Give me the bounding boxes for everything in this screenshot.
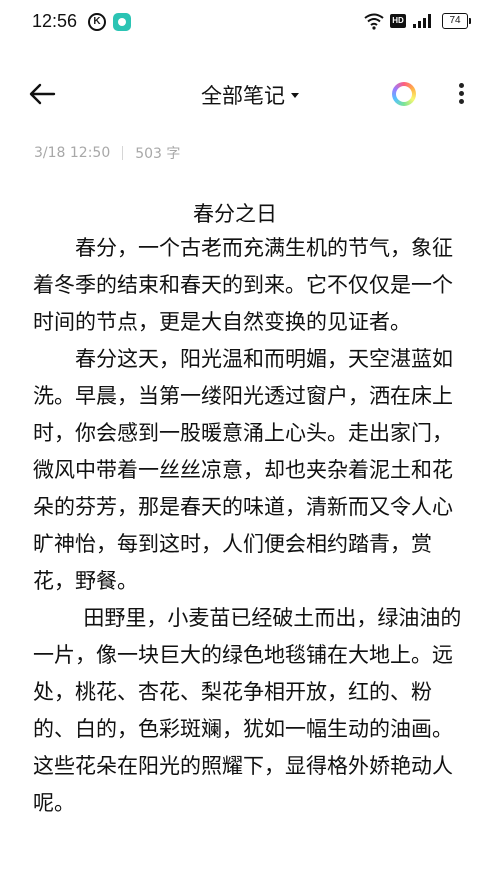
more-options-button[interactable] [456, 82, 468, 106]
status-time: 12:56 [32, 11, 78, 31]
meta-divider [122, 146, 124, 160]
word-count: 503 字 [135, 146, 181, 162]
notification-app-icon [113, 13, 131, 31]
hd-icon: HD [390, 14, 406, 28]
dot [459, 91, 464, 96]
note-toolbar: 全部笔记 [0, 66, 500, 122]
note-paragraph: 春分这天，阳光温和而明媚，天空湛蓝如洗。早晨，当第一缕阳光透过窗户，洒在床上时，… [33, 347, 453, 593]
dot [459, 83, 464, 88]
status-bar: 12:56 K HD 74 [0, 0, 500, 44]
folder-title-wrap: 全部笔记 [0, 80, 500, 110]
folder-selector[interactable]: 全部笔记 [201, 80, 299, 110]
note-paragraph: 田野里，小麦苗已经破土而出，绿油油的一片，像一块巨大的绿色地毯铺在大地上。远处，… [33, 606, 462, 815]
k-app-icon: K [88, 13, 106, 31]
battery-icon: 74 [442, 13, 471, 29]
note-title[interactable]: 春分之日 [0, 198, 470, 228]
signal-icon [413, 14, 431, 28]
caret-down-icon [291, 92, 299, 98]
wifi-icon [364, 13, 384, 30]
note-date: 3/18 12:50 [34, 145, 111, 161]
dot [459, 99, 464, 104]
note-paragraph: 春分，一个古老而充满生机的节气，象征着冬季的结束和春天的到来。它不仅仅是一个时间… [33, 236, 453, 334]
folder-title: 全部笔记 [201, 84, 285, 108]
theme-color-button[interactable] [392, 82, 416, 106]
note-meta: 3/18 12:50 503 字 [34, 143, 180, 163]
note-body[interactable]: 春分，一个古老而充满生机的节气，象征着冬季的结束和春天的到来。它不仅仅是一个时间… [33, 230, 469, 822]
